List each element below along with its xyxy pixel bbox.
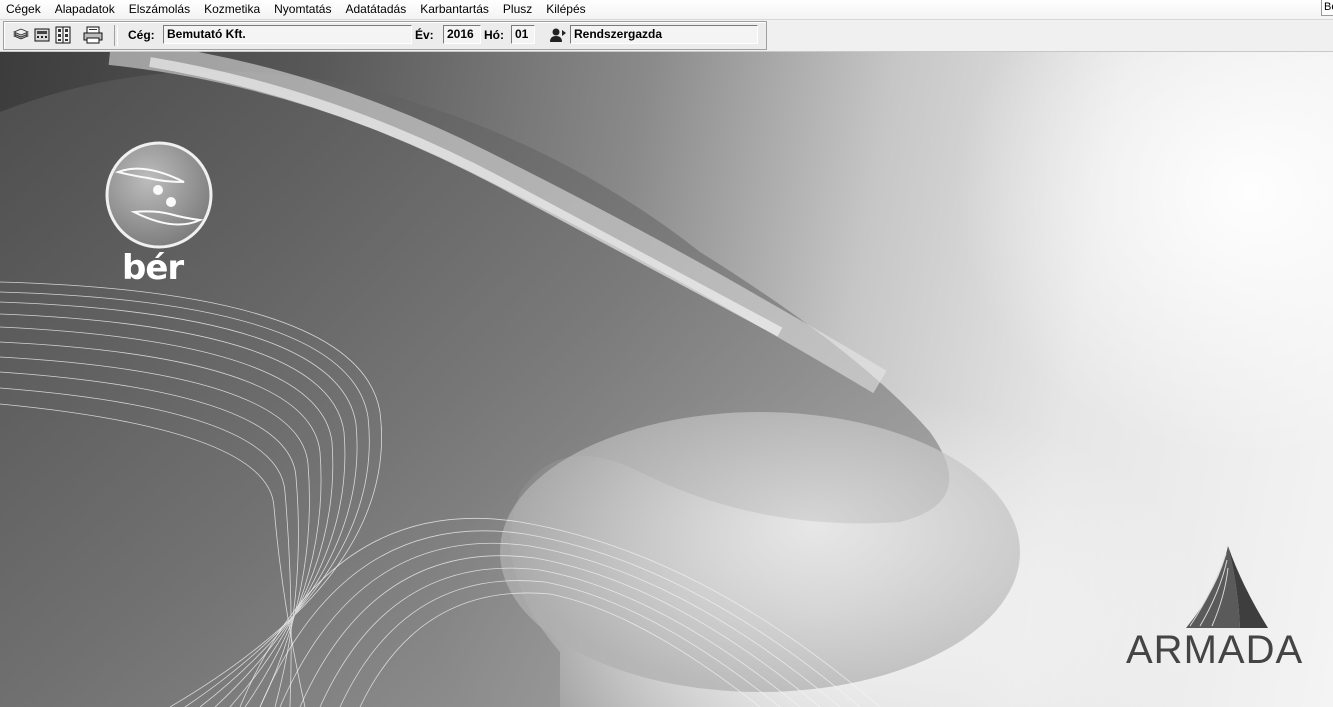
ledger-icon[interactable] [54, 26, 72, 44]
year-field[interactable]: 2016 [443, 25, 481, 44]
menu-kozmetika[interactable]: Kozmetika [197, 0, 267, 19]
ber-logo [104, 140, 214, 250]
menu-adatatadas[interactable]: Adatátadás [338, 0, 413, 19]
background-image: bér ARMADA [0, 52, 1333, 707]
user-icon[interactable] [549, 26, 567, 44]
printer-icon[interactable] [82, 26, 104, 44]
user-field[interactable]: Rendszergazda [570, 25, 758, 44]
toolbar-panel: Cég: Bemutató Kft. Év: 2016 Hó: 01 Rends… [3, 21, 767, 50]
calculator-icon[interactable] [33, 26, 51, 44]
company-label: Cég: [128, 28, 155, 42]
menu-cegek[interactable]: Cégek [0, 0, 48, 19]
year-label: Év: [415, 28, 434, 42]
company-field[interactable]: Bemutató Kft. [163, 25, 412, 44]
toolbar: Cég: Bemutató Kft. Év: 2016 Hó: 01 Rends… [0, 20, 1333, 52]
layers-icon[interactable] [12, 26, 30, 44]
menu-elszamolas[interactable]: Elszámolás [122, 0, 197, 19]
company-logo-text: ARMADA [1126, 628, 1304, 672]
toolbar-separator [114, 25, 118, 46]
month-label: Hó: [484, 28, 504, 42]
armada-logo [1180, 546, 1270, 630]
menu-karbantartas[interactable]: Karbantartás [413, 0, 496, 19]
menu-bar: Cégek Alapadatok Elszámolás Kozmetika Ny… [0, 0, 1333, 20]
month-field[interactable]: 01 [511, 25, 535, 44]
menu-nyomtatas[interactable]: Nyomtatás [267, 0, 338, 19]
menu-alapadatok[interactable]: Alapadatok [48, 0, 122, 19]
menu-plusz[interactable]: Plusz [496, 0, 539, 19]
clipped-window-label[interactable]: Be [1321, 0, 1333, 16]
menu-kilepes[interactable]: Kilépés [539, 0, 592, 19]
product-name: bér [122, 248, 184, 288]
